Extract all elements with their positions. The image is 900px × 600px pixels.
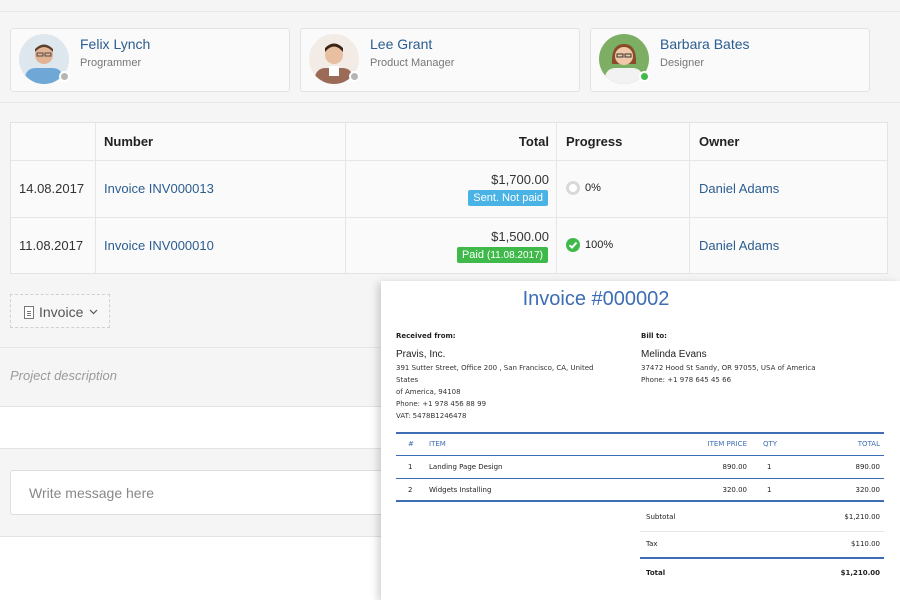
team-member-card[interactable]: Lee Grant Product Manager [300, 28, 580, 92]
status-badge: Paid (11.08.2017) [456, 247, 548, 263]
item-name: Widgets Installing [429, 486, 492, 494]
member-name[interactable]: Barbara Bates [660, 36, 750, 52]
status-dot [349, 71, 360, 82]
chevron-down-icon [89, 304, 98, 319]
tax-value: $110.00 [851, 540, 880, 548]
status-dot [59, 71, 70, 82]
item-price: 890.00 [722, 463, 748, 471]
header-number[interactable]: Number [104, 134, 153, 149]
item-num: 1 [408, 463, 413, 471]
item-qty: 1 [767, 486, 772, 494]
invoice-document: Invoice #000002 Received from: Pravis, I… [381, 281, 900, 600]
item-header-num: # [408, 440, 414, 448]
header-total[interactable]: Total [346, 134, 549, 149]
invoice-total: $1,500.00 [491, 229, 549, 244]
recipient-name: Melinda Evans [641, 349, 707, 360]
status-dot [639, 71, 650, 82]
divider [0, 102, 900, 103]
status-badge: Sent. Not paid [468, 190, 548, 206]
header-owner[interactable]: Owner [699, 134, 739, 149]
status-date: (11.08.2017) [487, 250, 543, 261]
member-role: Designer [660, 57, 705, 69]
recipient-address-line: 37472 Hood St Sandy, OR 97055, USA of Am… [641, 364, 816, 372]
item-header-total: TOTAL [857, 440, 880, 448]
invoice-link[interactable]: Invoice INV000013 [104, 181, 214, 196]
sender-vat: VAT: 5478B1246478 [396, 412, 467, 420]
owner-link[interactable]: Daniel Adams [699, 238, 779, 253]
item-price: 320.00 [722, 486, 748, 494]
sender-address: 391 Sutter Street, Office 200 , San Fran… [396, 362, 616, 422]
totals-rule [640, 531, 884, 532]
subtotal-label: Subtotal [646, 513, 676, 521]
item-total: 320.00 [855, 486, 881, 494]
member-name[interactable]: Felix Lynch [80, 36, 150, 52]
invoice-date: 14.08.2017 [19, 181, 85, 196]
items-top-rule [396, 432, 884, 434]
invoice-link[interactable]: Invoice INV000010 [104, 238, 214, 253]
team-member-card[interactable]: Felix Lynch Programmer [10, 28, 290, 92]
project-description-field[interactable]: Project description [10, 368, 117, 383]
tax-label: Tax [646, 540, 658, 548]
invoice-total: $1,700.00 [491, 172, 549, 187]
progress-value: 100% [585, 239, 614, 251]
row-divider [11, 217, 887, 218]
progress-empty-icon [566, 181, 580, 195]
received-from-label: Received from: [396, 332, 456, 340]
subtotal-value: $1,210.00 [844, 513, 880, 521]
item-header-item: ITEM [429, 440, 446, 448]
items-bottom-rule [396, 500, 884, 502]
item-header-price: ITEM PRICE [707, 440, 748, 448]
items-header-rule [396, 455, 884, 456]
item-qty: 1 [767, 463, 772, 471]
invoice-title: Invoice #000002 [522, 288, 670, 310]
recipient-address: 37472 Hood St Sandy, OR 97055, USA of Am… [641, 362, 861, 386]
item-num: 2 [408, 486, 413, 494]
invoices-table: Number Total Progress Owner 14.08.2017 I… [10, 122, 888, 274]
member-name[interactable]: Lee Grant [370, 36, 432, 52]
item-header-qty: QTY [763, 440, 778, 448]
check-circle-icon [566, 238, 580, 252]
item-name: Landing Page Design [429, 463, 503, 471]
status-text: Sent. Not paid [473, 192, 543, 204]
member-role: Product Manager [370, 57, 455, 69]
member-role: Programmer [80, 57, 142, 69]
header-progress[interactable]: Progress [566, 134, 622, 149]
document-icon [24, 306, 34, 319]
sender-phone: Phone: +1 978 456 88 99 [396, 400, 487, 408]
sender-address-line-1: 391 Sutter Street, Office 200 , San Fran… [396, 364, 594, 384]
total-label: Total [646, 569, 666, 577]
item-row-rule [396, 478, 884, 479]
invoice-date: 11.08.2017 [19, 238, 84, 253]
sender-name: Pravis, Inc. [396, 349, 446, 360]
owner-link[interactable]: Daniel Adams [699, 181, 779, 196]
progress-value: 0% [585, 182, 601, 194]
invoice-dropdown-button[interactable]: Invoice [10, 294, 110, 328]
message-input[interactable]: Write message here [10, 470, 390, 515]
bill-to-label: Bill to: [641, 332, 667, 340]
top-bar [0, 0, 900, 12]
status-text: Paid [461, 249, 484, 261]
total-value: $1,210.00 [840, 569, 880, 577]
totals-rule [640, 557, 884, 559]
recipient-phone: Phone: +1 978 645 45 66 [641, 376, 732, 384]
sender-address-line-2: of America, 94108 [396, 388, 461, 396]
team-member-card[interactable]: Barbara Bates Designer [590, 28, 870, 92]
row-divider [11, 160, 887, 161]
item-total: 890.00 [855, 463, 881, 471]
invoice-button-label: Invoice [39, 304, 84, 320]
